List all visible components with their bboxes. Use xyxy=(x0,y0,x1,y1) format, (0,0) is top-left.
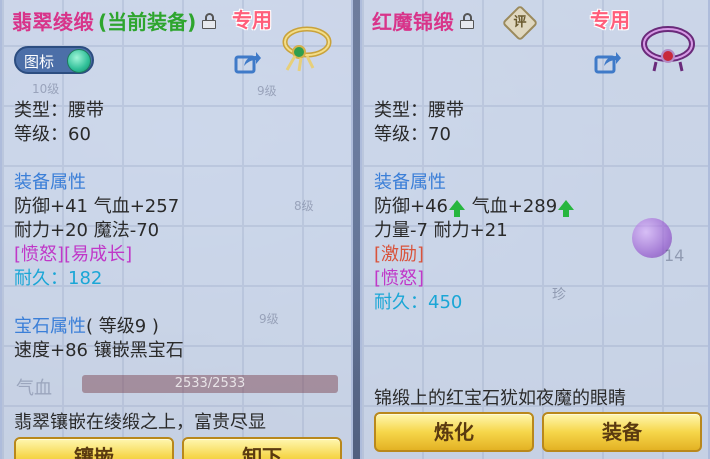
durability-value: 182 xyxy=(68,268,103,289)
attr-header: 装备属性 xyxy=(14,172,86,193)
durability: 耐久：182 xyxy=(14,264,102,290)
belt-item-icon xyxy=(641,26,695,72)
item-level: 等级：60 xyxy=(14,124,91,145)
item-title-row: 翡翠绫缎 (当前装备) xyxy=(12,6,217,35)
equip-button[interactable]: 装备 xyxy=(542,412,702,452)
toggle-knob-icon xyxy=(67,49,91,73)
durability-label: 耐久： xyxy=(374,292,428,313)
item-tag: [激励] xyxy=(374,244,425,265)
equip-status: (当前装备) xyxy=(98,10,197,34)
item-description: 锦缎上的红宝石犹如夜魔的眼睛 xyxy=(374,388,626,409)
toggle-label: 图标 xyxy=(24,53,55,71)
item-name: 翡翠绫缎 xyxy=(12,10,94,34)
attr-defense: 防御+46 xyxy=(374,196,448,217)
item-type: 类型：腰带 xyxy=(374,100,464,121)
item-description: 翡翠镶嵌在绫缎之上，富贵尽显 xyxy=(14,412,266,433)
special-badge: 专用 xyxy=(232,8,272,32)
lock-open-icon[interactable] xyxy=(460,12,474,29)
lock-open-icon[interactable] xyxy=(202,12,217,29)
item-title-row: 红魔锦缎 xyxy=(372,6,474,35)
share-icon[interactable] xyxy=(594,50,622,74)
rate-label: 评 xyxy=(513,15,527,30)
refine-button[interactable]: 炼化 xyxy=(374,412,534,452)
item-tag: [愤怒] xyxy=(374,268,425,289)
durability-value: 450 xyxy=(428,292,463,313)
attr-line: 力量-7 耐力+21 xyxy=(374,220,508,241)
durability-label: 耐久： xyxy=(14,268,68,289)
gem-line: 速度+86 镶嵌黑宝石 xyxy=(14,340,184,361)
up-arrow-icon xyxy=(558,200,575,217)
attr-line: 防御+41 气血+257 xyxy=(14,196,180,217)
up-arrow-icon xyxy=(449,200,465,217)
attr-header: 装备属性 xyxy=(374,172,446,193)
belt-item-icon xyxy=(282,26,332,72)
attr-hp: 气血+289 xyxy=(471,196,558,217)
rate-icon[interactable]: 评 xyxy=(501,4,539,42)
hp-value: 2533/2533 xyxy=(174,376,246,391)
gem-header-label: 宝石属性 xyxy=(14,316,86,337)
gem-header: 宝石属性( 等级9 ) xyxy=(14,312,159,338)
item-tags: [愤怒][易成长] xyxy=(14,244,133,265)
item-name: 红魔锦缎 xyxy=(372,10,454,34)
inlay-button[interactable]: 镶嵌 xyxy=(14,437,174,459)
compare-item-panel: 14 珍 红魔锦缎 评 专用 类型：腰带 等级：70 装备属性 防御+46 气血… xyxy=(360,0,710,459)
share-icon[interactable] xyxy=(234,50,262,74)
icon-toggle[interactable]: 图标 xyxy=(14,46,94,74)
gem-level: ( 等级9 ) xyxy=(86,316,159,337)
item-level: 等级：70 xyxy=(374,124,451,145)
equipped-item-panel: 10级 9级 8级 9级 翡翠绫缎 (当前装备) 专用 图标 类型：腰带 等级：… xyxy=(0,0,353,459)
unequip-button[interactable]: 卸下 xyxy=(182,437,342,459)
durability: 耐久：450 xyxy=(374,288,462,314)
special-badge: 专用 xyxy=(590,8,630,32)
attr-line: 耐力+20 魔法-70 xyxy=(14,220,160,241)
hp-bar: 2533/2533 xyxy=(82,375,338,393)
attr-line: 防御+46 气血+289 xyxy=(374,192,575,218)
item-type: 类型：腰带 xyxy=(14,100,104,121)
hp-label: 气血 xyxy=(16,378,52,399)
